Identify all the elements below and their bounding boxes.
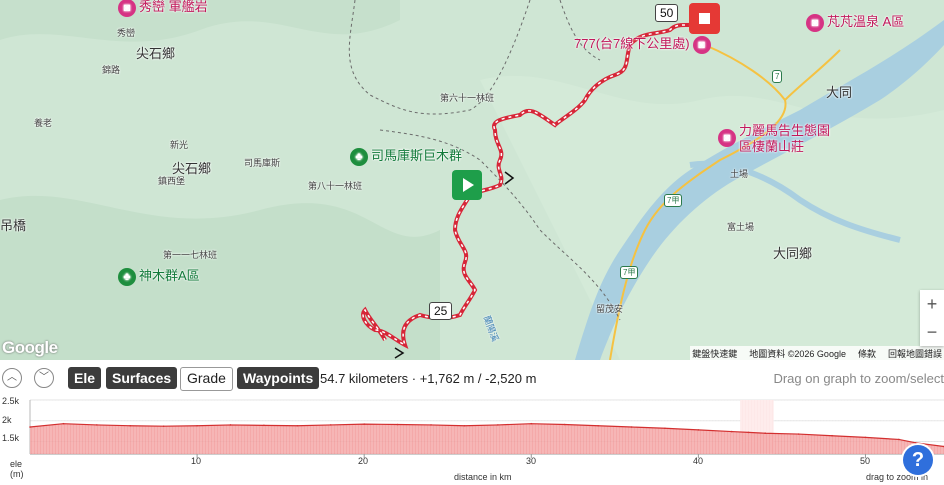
km-marker: 25	[429, 302, 453, 320]
y-axis-label: ele (m)	[10, 459, 24, 479]
tree-icon: ♣	[350, 147, 368, 166]
terms-link[interactable]: 條款	[858, 347, 876, 360]
place-label: 留茂安	[596, 304, 624, 314]
poi-lilimagao[interactable]: ◙ 力麗馬告生態園區棲蘭山莊	[718, 123, 838, 155]
x-tick-label: 20	[358, 456, 369, 466]
elevation-point	[296, 424, 299, 427]
report-error-link[interactable]: 回報地圖錯誤	[888, 347, 942, 360]
elevation-graph[interactable]: 2.5k 2k 1.5k 10 20 30 40 50 ele (m) dist…	[0, 394, 944, 485]
place-label: 大同	[826, 85, 853, 100]
chevron-down-icon: ﹀	[39, 372, 49, 383]
elevation-point	[62, 422, 65, 425]
poi-shenmuqun[interactable]: ♣ 神木群A區	[118, 265, 200, 286]
place-label: 錦路	[102, 65, 121, 75]
y-tick-label: 2k	[2, 415, 12, 425]
tab-waypoints[interactable]: Waypoints	[237, 367, 320, 389]
elevation-point	[764, 432, 767, 435]
elevation-point	[597, 424, 599, 427]
question-icon: ?	[911, 449, 925, 471]
tab-ele[interactable]: Ele	[68, 367, 102, 389]
place-label: 第八十一林班	[308, 181, 363, 191]
x-tick-label: 10	[191, 456, 202, 466]
poi-fanfan[interactable]: ◙ 芃芃溫泉 A區	[806, 11, 904, 32]
km-marker: 50	[655, 4, 679, 22]
place-label: 大同鄉	[773, 246, 813, 261]
keyboard-shortcuts-link[interactable]: 鍵盤快速鍵	[692, 347, 737, 360]
route-stats: 54.7 kilometers · +1,762 m / -2,520 m	[320, 371, 537, 386]
camera-icon: ◙	[692, 35, 711, 54]
place-label: 吊橋	[0, 218, 27, 233]
poi-xiuluan[interactable]: ◙ 秀巒 軍艦岩	[118, 0, 208, 17]
elevation-point	[29, 426, 31, 428]
elevation-point	[430, 424, 432, 426]
place-label: 秀巒	[117, 28, 136, 38]
x-tick-label: 50	[860, 456, 871, 466]
place-label: 土場	[730, 169, 749, 179]
place-label: 富土場	[727, 222, 755, 232]
x-tick-label: 30	[526, 456, 537, 466]
elevation-point	[747, 431, 750, 434]
elevation-point	[162, 425, 165, 427]
route-shield: 7	[772, 70, 783, 83]
route-shield: 7甲	[620, 266, 639, 279]
place-label: 鎮西堡	[158, 176, 186, 186]
elevation-point	[797, 433, 800, 435]
zoom-control: + −	[920, 290, 944, 346]
place-label: 第六十一林班	[440, 93, 495, 103]
elevation-point	[463, 424, 466, 427]
poi-km777[interactable]: 777(台7線下公里處) ◙	[574, 33, 714, 54]
elevation-point	[396, 423, 399, 426]
tab-surfaces[interactable]: Surfaces	[106, 367, 178, 389]
place-label: 新光	[170, 140, 189, 150]
camera-icon: ◙	[118, 0, 136, 17]
route-start-marker[interactable]	[452, 170, 482, 200]
elevation-point	[329, 424, 332, 426]
poi-simakusi-trees[interactable]: ♣ 司馬庫斯巨木群	[350, 145, 462, 166]
collapse-up-button[interactable]: ︿	[2, 368, 22, 388]
map-attribution: 鍵盤快速鍵 地圖資料 ©2026 Google 條款 回報地圖錯誤	[690, 346, 944, 360]
elevation-point	[263, 424, 265, 427]
elevation-point	[563, 423, 566, 426]
elevation-point	[530, 422, 533, 425]
elevation-point	[898, 438, 900, 441]
y-tick-label: 1.5k	[2, 433, 20, 443]
elevation-point	[497, 424, 499, 426]
google-logo: Google	[2, 338, 58, 357]
graph-hint: Drag on graph to zoom/select	[773, 371, 944, 386]
y-tick-label: 2.5k	[2, 396, 20, 406]
zoom-in-button[interactable]: +	[920, 290, 944, 318]
place-label: 尖石鄉	[136, 46, 176, 61]
map-data-text: 地圖資料 ©2026 Google	[749, 348, 846, 359]
route-end-marker[interactable]	[689, 3, 720, 34]
help-button[interactable]: ?	[903, 445, 933, 475]
place-label: 司馬庫斯	[244, 158, 281, 168]
elevation-point	[864, 436, 867, 439]
collapse-down-button[interactable]: ﹀	[34, 368, 54, 388]
elevation-toolbar: ︿ ﹀ Ele Surfaces Grade Waypoints 54.7 ki…	[0, 364, 944, 392]
elevation-point	[363, 423, 365, 425]
camera-icon: ◙	[718, 129, 736, 147]
chevron-up-icon: ︿	[7, 372, 17, 383]
elevation-point	[96, 424, 98, 426]
x-tick-label: 40	[693, 456, 704, 466]
tree-icon: ♣	[118, 267, 136, 286]
elevation-point	[914, 441, 917, 444]
elevation-point	[664, 427, 666, 430]
place-label: 第一一七林班	[163, 250, 218, 260]
zoom-out-button[interactable]: −	[920, 318, 944, 346]
tab-grade[interactable]: Grade	[180, 367, 233, 391]
map-view[interactable]: ◙ 秀巒 軍艦岩 秀巒 尖石鄉 錦路 養老 新光 尖石鄉 鎮西堡 司馬庫斯 ♣ 司馬…	[0, 0, 944, 360]
elevation-point	[630, 426, 633, 428]
camera-icon: ◙	[806, 13, 824, 32]
elevation-point	[229, 424, 232, 426]
elevation-point	[697, 429, 700, 431]
place-label: 養老	[34, 118, 53, 128]
elevation-point	[129, 424, 132, 427]
elevation-point	[730, 430, 733, 433]
route-shield: 7甲	[664, 194, 683, 207]
elevation-point	[831, 434, 833, 437]
x-axis-label: distance in km	[454, 472, 512, 482]
elevation-point	[196, 424, 198, 427]
